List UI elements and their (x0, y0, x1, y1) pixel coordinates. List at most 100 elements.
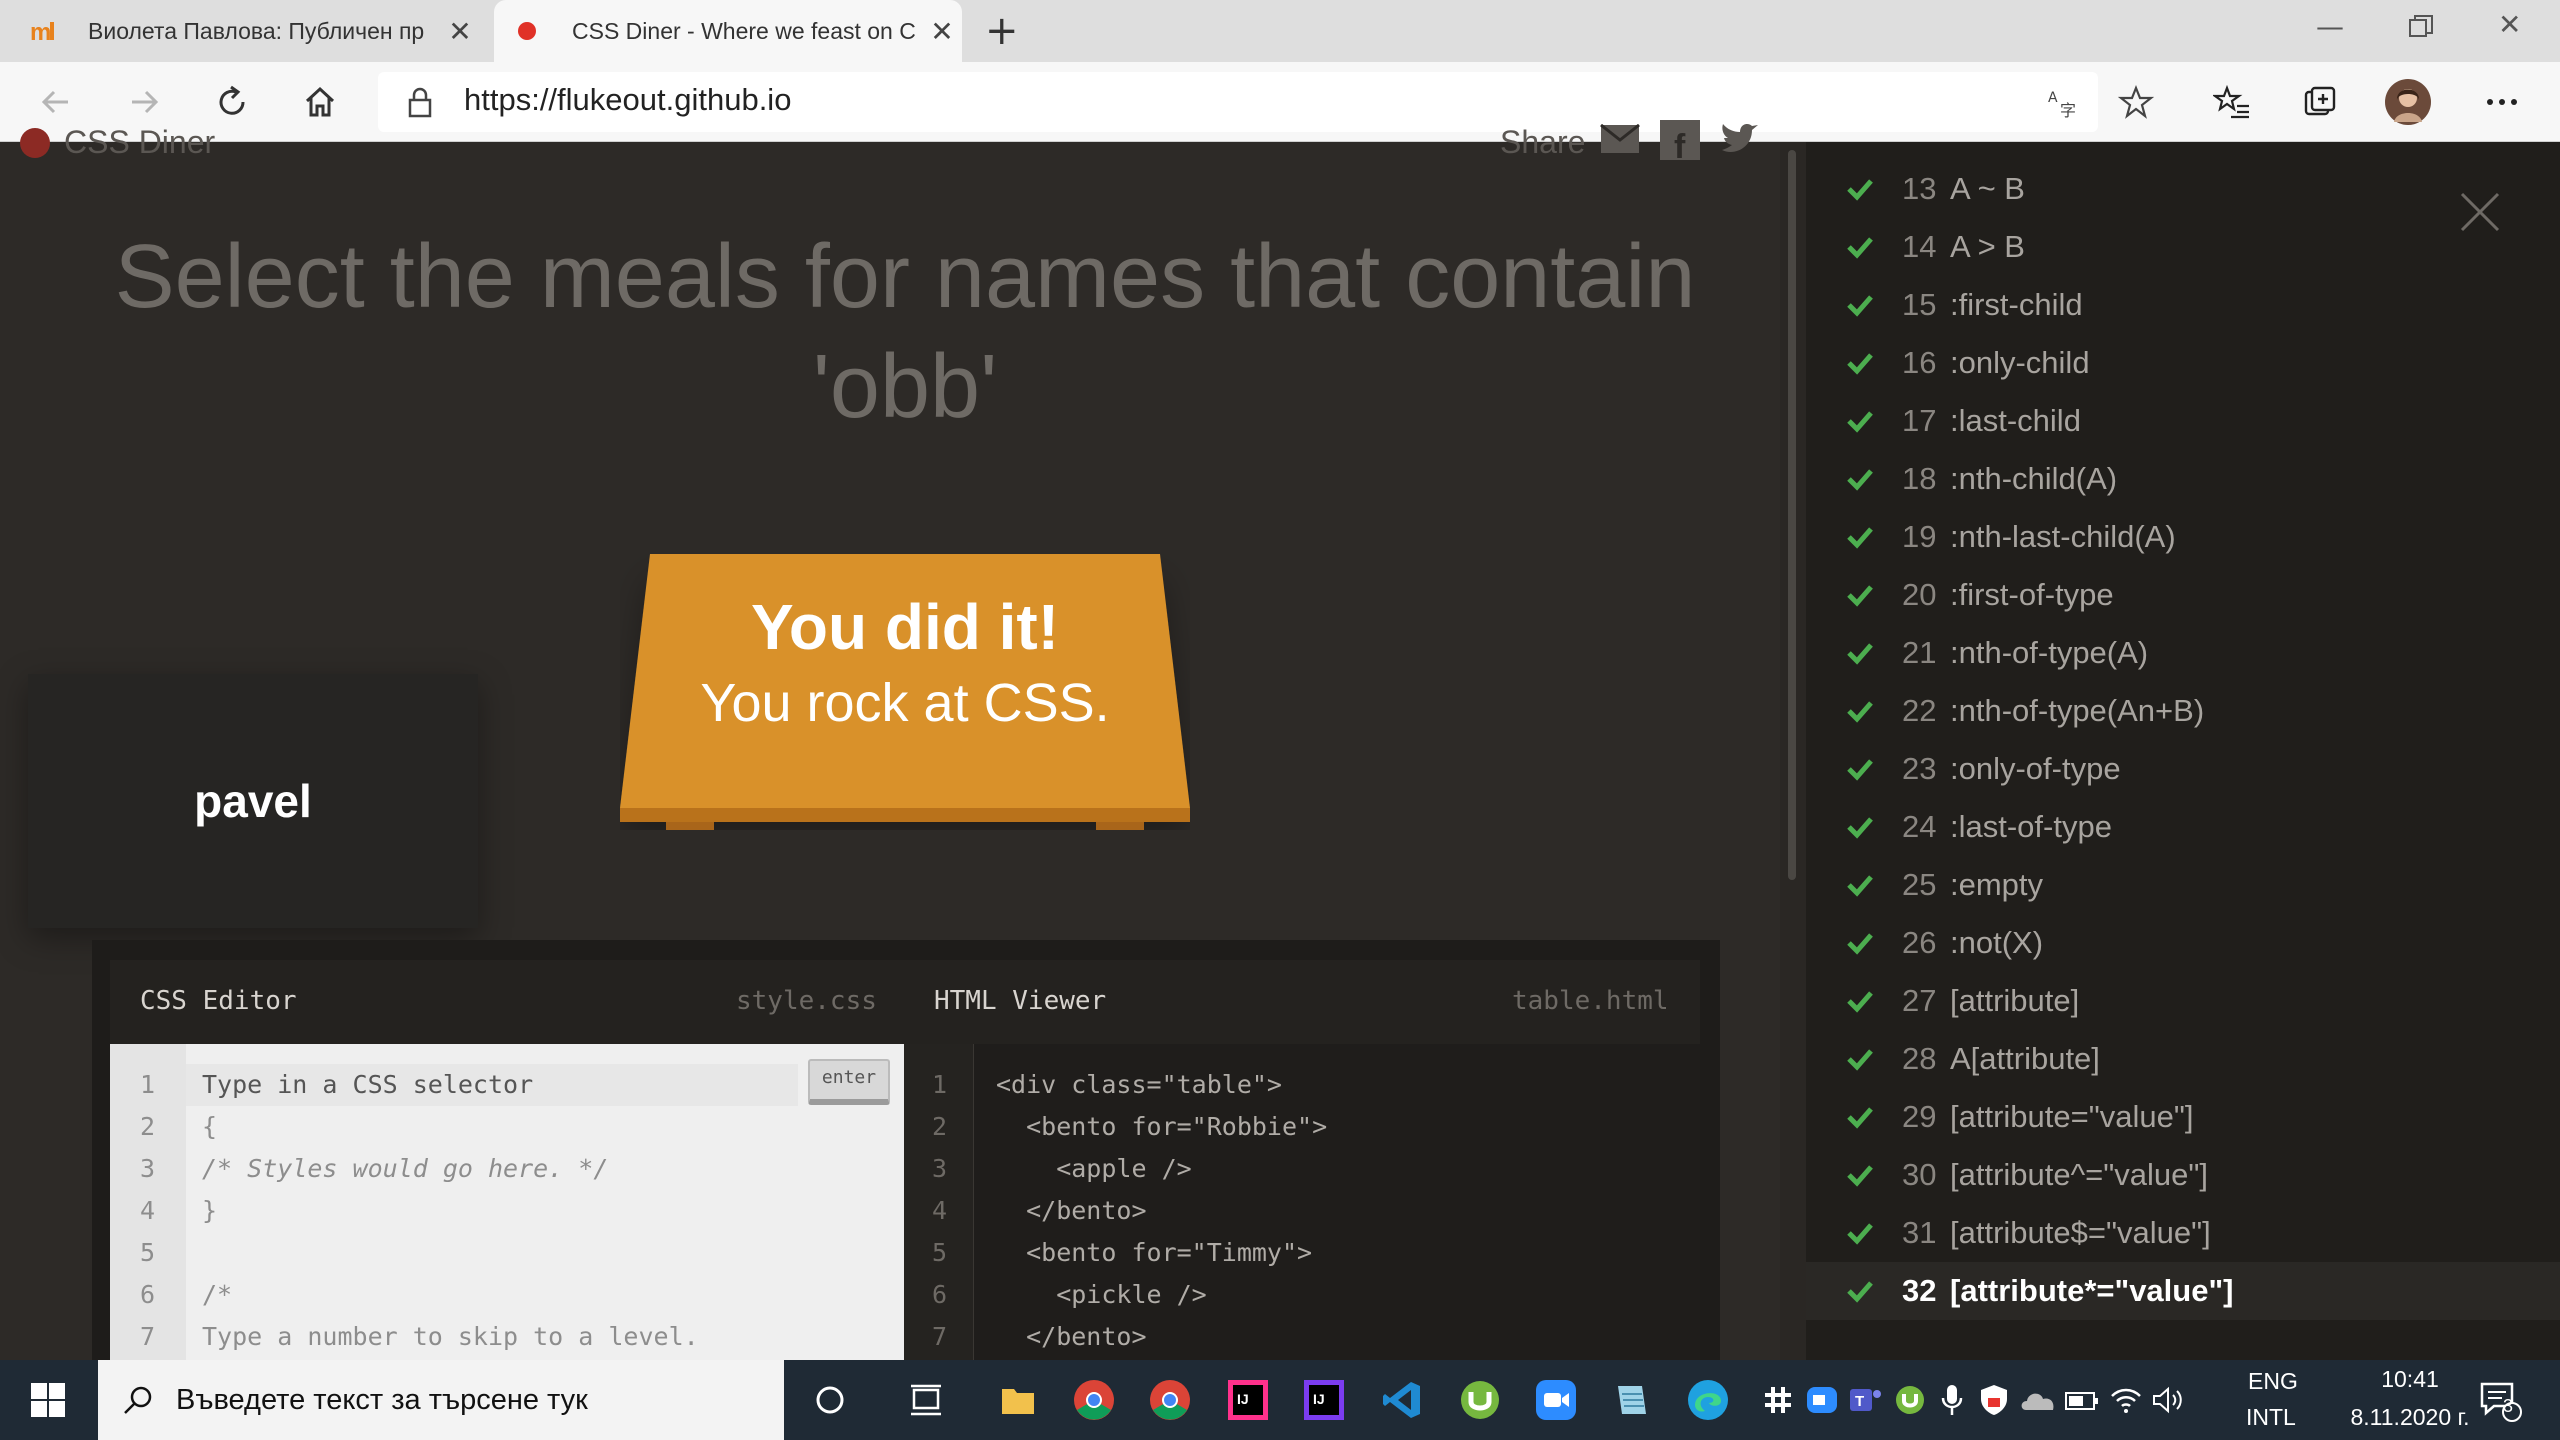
forward-icon[interactable] (120, 78, 168, 126)
task-view-icon[interactable] (900, 1374, 952, 1426)
level-name: A ~ B (1950, 171, 2025, 206)
level-item[interactable]: 20:first-of-type (1806, 566, 2560, 624)
zoom-icon[interactable] (1530, 1374, 1582, 1426)
favorite-star-icon[interactable] (2112, 78, 2160, 126)
level-item[interactable]: 18:nth-child(A) (1806, 450, 2560, 508)
new-tab-icon[interactable]: + (985, 8, 1019, 54)
level-item[interactable]: 15:first-child (1806, 276, 2560, 334)
level-item[interactable]: 22:nth-of-type(An+B) (1806, 682, 2560, 740)
completed-check-icon (1846, 467, 1880, 491)
edge-icon[interactable] (1682, 1374, 1734, 1426)
level-item[interactable]: 13 A ~ B (1806, 160, 2560, 218)
utorrent-icon[interactable] (1454, 1374, 1506, 1426)
read-aloud-icon[interactable]: A字 (2040, 78, 2088, 126)
level-item[interactable]: 21:nth-of-type(A) (1806, 624, 2560, 682)
level-item[interactable]: 25:empty (1806, 856, 2560, 914)
refresh-icon[interactable] (208, 78, 256, 126)
html-code-line[interactable]: </bento> (996, 1190, 1146, 1232)
level-number: 15 (1902, 287, 1937, 322)
line-number: 1 (140, 1070, 156, 1099)
svg-text:IJ: IJ (1313, 1391, 1325, 1407)
zoom-tray-icon[interactable] (1804, 1374, 1840, 1426)
intellij-icon[interactable]: IJ (1298, 1374, 1350, 1426)
level-item[interactable]: 14 A > B (1806, 218, 2560, 276)
slack-icon[interactable] (1760, 1374, 1796, 1426)
level-number: 22 (1902, 693, 1937, 728)
html-code-line[interactable]: </bento> (996, 1316, 1146, 1358)
level-item[interactable]: 16:only-child (1806, 334, 2560, 392)
chrome-icon[interactable] (1144, 1374, 1196, 1426)
vscode-icon[interactable] (1376, 1374, 1428, 1426)
level-number: 17 (1902, 403, 1937, 438)
restore-icon[interactable] (2408, 14, 2434, 47)
teams-icon[interactable]: T (1848, 1374, 1884, 1426)
security-shield-icon[interactable] (1976, 1374, 2012, 1426)
level-item[interactable]: 28 A[attribute] (1806, 1030, 2560, 1088)
cortana-icon[interactable] (804, 1374, 856, 1426)
line-number: 4 (932, 1196, 948, 1225)
completed-check-icon (1846, 409, 1880, 433)
level-item[interactable]: 32 [attribute*="value"] (1806, 1262, 2560, 1320)
url-text[interactable]: https://flukeout.github.io (464, 82, 791, 118)
level-item[interactable]: 26:not(X) (1806, 914, 2560, 972)
css-diner-favicon-icon (518, 22, 536, 40)
facebook-share-icon[interactable]: f (1660, 120, 1700, 166)
minimize-icon[interactable]: — (2316, 10, 2344, 43)
level-item[interactable]: 23:only-of-type (1806, 740, 2560, 798)
taskbar-search-box[interactable]: Въведете текст за търсене тук (98, 1360, 784, 1440)
svg-text:A: A (2048, 90, 2058, 106)
favorites-list-icon[interactable] (2208, 78, 2256, 126)
intellij-icon[interactable]: IJ (1222, 1374, 1274, 1426)
notepad-icon[interactable] (1606, 1374, 1658, 1426)
home-icon[interactable] (296, 78, 344, 126)
microphone-icon[interactable] (1934, 1374, 1970, 1426)
profile-avatar[interactable] (2384, 78, 2432, 126)
level-item[interactable]: 19:nth-last-child(A) (1806, 508, 2560, 566)
language-indicator[interactable]: ENG (2248, 1368, 2298, 1395)
start-icon[interactable] (0, 1360, 96, 1440)
level-item[interactable]: 30 [attribute^="value"] (1806, 1146, 2560, 1204)
tab-publications[interactable]: m Виолета Павлова: Публичен пр ✕ (30, 0, 480, 62)
css-placeholder-line[interactable]: Type in a CSS selector (202, 1064, 533, 1106)
html-code-line[interactable]: <div class="table"> (996, 1064, 1282, 1106)
level-number: 19 (1902, 519, 1937, 554)
tab-close-icon[interactable]: ✕ (922, 15, 962, 48)
window-close-icon[interactable]: ✕ (2498, 8, 2521, 41)
level-number: 14 (1902, 229, 1937, 264)
css-diner-logo-icon (20, 128, 50, 158)
level-item[interactable]: 27 [attribute] (1806, 972, 2560, 1030)
wifi-icon[interactable] (2108, 1374, 2144, 1426)
battery-icon[interactable] (2064, 1374, 2100, 1426)
page-scrollbar-thumb[interactable] (1788, 150, 1796, 880)
clock-date[interactable]: 8.11.2020 г. (2332, 1404, 2488, 1431)
utorrent-tray-icon[interactable] (1892, 1374, 1928, 1426)
onedrive-icon[interactable] (2018, 1374, 2058, 1426)
level-number: 24 (1902, 809, 1937, 844)
clock-time[interactable]: 10:41 (2350, 1366, 2470, 1393)
file-explorer-icon[interactable] (992, 1374, 1044, 1426)
html-code-line[interactable]: <pickle /> (996, 1274, 1207, 1316)
enter-button[interactable]: enter (808, 1059, 890, 1105)
more-menu-icon[interactable] (2478, 78, 2526, 126)
collections-icon[interactable] (2296, 78, 2344, 126)
level-item[interactable]: 31 [attribute$="value"] (1806, 1204, 2560, 1262)
html-code-line[interactable]: <bento for="Timmy"> (996, 1232, 1312, 1274)
email-share-icon[interactable] (1600, 123, 1640, 158)
tab-css-diner[interactable]: CSS Diner - Where we feast on C ✕ (494, 0, 962, 62)
level-number: 21 (1902, 635, 1937, 670)
chrome-icon[interactable] (1068, 1374, 1120, 1426)
twitter-share-icon[interactable] (1720, 122, 1760, 160)
level-item[interactable]: 17:last-child (1806, 392, 2560, 450)
lock-icon[interactable] (396, 78, 444, 126)
keyboard-layout[interactable]: INTL (2246, 1404, 2296, 1431)
html-code-line[interactable]: <apple /> (996, 1148, 1191, 1190)
code-line: Type a number to skip to a level. (202, 1322, 699, 1351)
tab-title: CSS Diner - Where we feast on C (572, 17, 916, 44)
volume-icon[interactable] (2150, 1374, 2186, 1426)
tab-close-icon[interactable]: ✕ (440, 15, 480, 48)
level-item[interactable]: 29 [attribute="value"] (1806, 1088, 2560, 1146)
html-code-line[interactable]: <bento for="Robbie"> (996, 1106, 1327, 1148)
level-item[interactable]: 24:last-of-type (1806, 798, 2560, 856)
completed-check-icon (1846, 873, 1880, 897)
back-icon[interactable] (32, 78, 80, 126)
